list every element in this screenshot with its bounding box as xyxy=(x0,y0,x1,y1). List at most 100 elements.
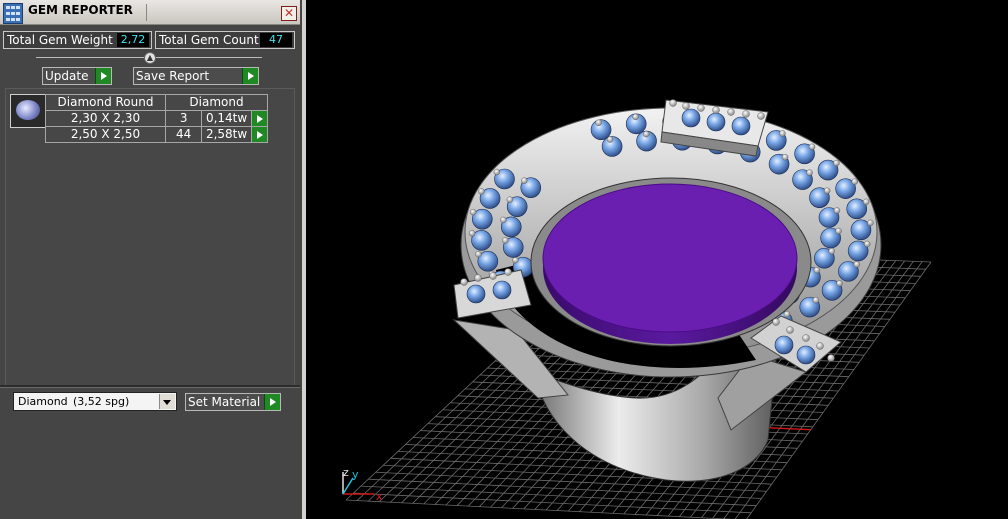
prong xyxy=(827,354,835,362)
gem-table-header: Diamond Round Diamond xyxy=(45,94,268,111)
prong xyxy=(643,130,650,138)
total-gem-weight-readout: Total Gem Weight 2,72 xyxy=(3,31,152,49)
prong xyxy=(823,187,831,194)
viewport-scene[interactable]: x z y xyxy=(306,0,1008,519)
prong xyxy=(493,168,500,176)
prong xyxy=(512,256,519,264)
prong xyxy=(712,106,720,114)
end-block-gem xyxy=(796,345,816,365)
prong xyxy=(469,208,477,216)
total-gem-weight-label: Total Gem Weight xyxy=(7,33,113,47)
table-row[interactable]: 2,30 X 2,30 3 0,14tw xyxy=(45,110,269,127)
panel-divider xyxy=(0,385,300,388)
gem-weight: 2,58tw xyxy=(201,126,252,143)
prong xyxy=(772,318,780,326)
gem-reporter-app-icon xyxy=(3,3,23,24)
gem-table: Diamond Round Diamond 2,30 X 2,30 3 0,14… xyxy=(45,94,269,143)
set-material-button[interactable]: Set Material xyxy=(185,393,281,411)
prong xyxy=(786,326,794,334)
diamond-thumbnail-icon[interactable] xyxy=(10,94,46,128)
prong xyxy=(808,143,816,150)
end-block-gem xyxy=(681,108,701,128)
prong xyxy=(867,219,874,227)
total-gem-count-value: 47 xyxy=(260,33,292,47)
prong xyxy=(812,296,820,304)
prong xyxy=(862,198,870,206)
prong xyxy=(757,112,765,120)
prong xyxy=(836,280,843,287)
dropdown-arrow-icon[interactable] xyxy=(159,394,175,409)
prong xyxy=(864,240,871,248)
prong xyxy=(502,237,509,244)
close-icon[interactable]: ✕ xyxy=(281,6,297,21)
material-selected-value: Diamond xyxy=(18,395,68,408)
prong xyxy=(682,102,690,110)
total-gem-weight-value: 2,72 xyxy=(117,33,149,47)
prong xyxy=(521,177,528,184)
prong xyxy=(742,110,750,118)
end-block-gem xyxy=(706,112,726,132)
total-gem-count-readout: Total Gem Count 47 xyxy=(155,31,295,49)
center-stone-top xyxy=(542,183,798,333)
set-material-button-label: Set Material xyxy=(188,395,261,409)
prong xyxy=(783,310,791,318)
prong xyxy=(835,227,842,235)
prong xyxy=(475,250,482,258)
play-arrow-icon xyxy=(95,68,111,84)
prong xyxy=(489,272,497,280)
prong xyxy=(697,104,705,112)
prong xyxy=(851,178,858,185)
title-bar[interactable]: GEM REPORTER ✕ xyxy=(0,0,300,25)
gem-reporter-panel: GEM REPORTER ✕ Total Gem Weight 2,72 Tot… xyxy=(0,0,306,519)
window-title: GEM REPORTER xyxy=(28,3,133,17)
prong xyxy=(595,119,602,126)
prong xyxy=(474,274,482,282)
prong xyxy=(781,153,789,161)
gem-weight: 0,14tw xyxy=(201,110,252,127)
gem-count: 3 xyxy=(164,110,203,127)
axis-z-label: z xyxy=(343,466,349,479)
end-block-gem xyxy=(774,335,794,355)
prong xyxy=(500,216,507,224)
title-divider xyxy=(146,4,147,21)
slider-collapse-icon[interactable]: ▲ xyxy=(144,52,156,64)
prong xyxy=(816,342,824,350)
header-material: Diamond xyxy=(165,94,268,111)
prong xyxy=(727,108,735,116)
prong xyxy=(779,130,786,137)
prong xyxy=(813,266,821,274)
end-block-gem xyxy=(492,280,512,300)
prong xyxy=(506,196,514,203)
end-block-gem xyxy=(731,116,751,136)
update-button[interactable]: Update xyxy=(42,67,112,85)
material-spg-value: (3,52 spg) xyxy=(73,395,130,408)
prong xyxy=(460,278,468,286)
prong xyxy=(802,334,810,342)
update-button-label: Update xyxy=(45,69,89,83)
header-shape: Diamond Round xyxy=(45,94,166,111)
prong xyxy=(853,261,861,268)
save-report-button-label: Save Report xyxy=(136,69,210,83)
play-arrow-icon[interactable] xyxy=(250,126,269,143)
table-row[interactable]: 2,50 X 2,50 44 2,58tw xyxy=(45,126,269,143)
prong xyxy=(478,188,485,195)
play-arrow-icon xyxy=(242,68,258,84)
prong xyxy=(833,207,841,214)
total-gem-count-label: Total Gem Count xyxy=(159,33,259,47)
axis-x-label: x xyxy=(376,490,383,503)
gem-count: 44 xyxy=(164,126,203,143)
prong xyxy=(806,169,813,176)
gem-size: 2,50 X 2,50 xyxy=(45,126,166,143)
prong xyxy=(833,159,840,167)
prong xyxy=(828,248,835,255)
play-arrow-icon xyxy=(264,394,280,410)
prong xyxy=(468,230,476,237)
play-arrow-icon[interactable] xyxy=(250,110,269,127)
save-report-button[interactable]: Save Report xyxy=(133,67,259,85)
3d-viewport[interactable]: x z y xyxy=(306,0,1008,519)
axis-y-label: y xyxy=(352,468,359,481)
material-select[interactable]: Diamond (3,52 spg) xyxy=(13,392,177,411)
prong xyxy=(669,99,677,107)
prong xyxy=(504,268,512,276)
prong xyxy=(606,136,614,143)
